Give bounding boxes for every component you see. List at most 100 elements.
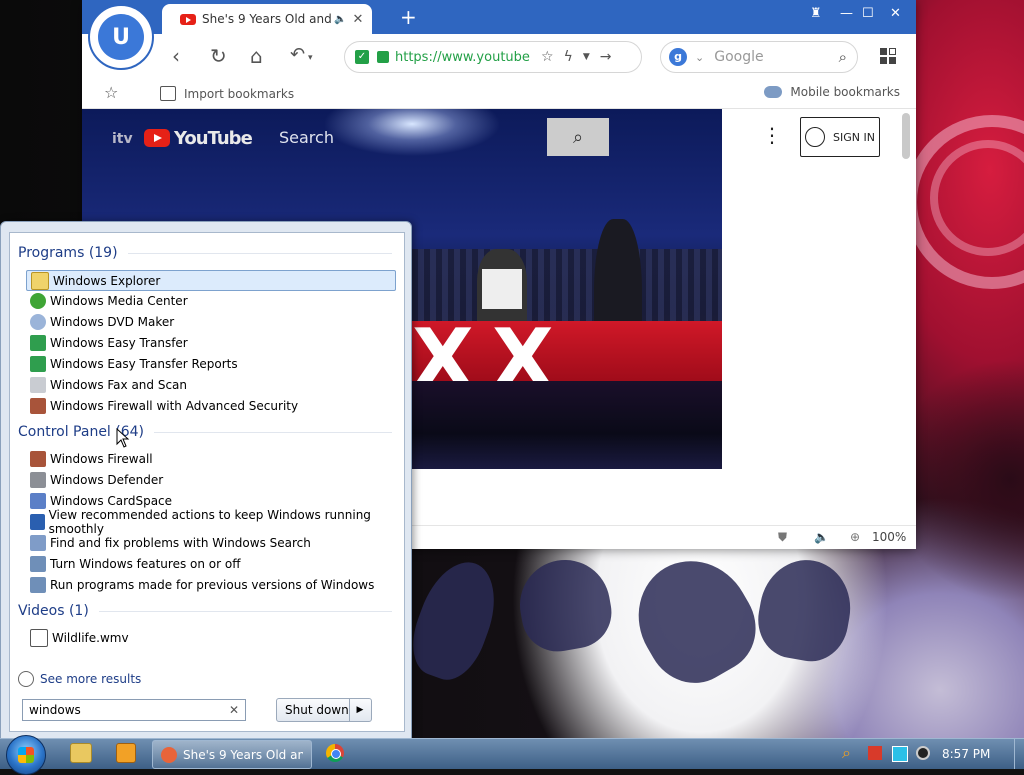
result-item[interactable]: Windows Firewall (26, 448, 396, 469)
url-text[interactable]: https://www.youtube.c (395, 50, 531, 65)
flag-tray-icon[interactable] (868, 746, 882, 760)
new-tab-button[interactable]: + (400, 5, 417, 29)
result-item[interactable]: Windows Easy Transfer (26, 332, 396, 353)
wallpaper-feather (512, 552, 618, 658)
google-engine-icon[interactable]: g (669, 48, 687, 66)
tab-title: She's 9 Years Old and Si (202, 12, 332, 26)
see-more-results-link[interactable]: See more results (18, 671, 141, 687)
cloud-icon (764, 86, 783, 98)
shield-icon[interactable]: ⛊ (778, 530, 787, 545)
chevron-down-icon[interactable]: ▼ (583, 52, 590, 62)
transfer-icon (30, 334, 46, 351)
network-tray-icon[interactable] (892, 746, 908, 762)
see-more-label: See more results (40, 672, 142, 686)
troubleshoot-icon (30, 534, 46, 551)
search-icon[interactable]: ⌕ (839, 48, 847, 66)
maximize-button[interactable]: ☐ (862, 6, 874, 21)
sign-in-label: SIGN IN (833, 130, 875, 144)
youtube-logo-icon[interactable] (144, 129, 170, 147)
tab-youtube[interactable]: She's 9 Years Old and Si 🔈 ✕ (162, 4, 372, 34)
reload-button[interactable]: ↻ (210, 44, 227, 68)
result-item[interactable]: Find and fix problems with Windows Searc… (26, 532, 396, 553)
search-tray-icon[interactable]: ⌕ (842, 743, 856, 762)
dvd-icon (30, 313, 46, 330)
youtube-search-button[interactable]: ⌕ (547, 118, 609, 156)
wallpaper-feather (617, 540, 773, 700)
minimize-button[interactable]: — (840, 6, 853, 21)
import-bookmarks-button[interactable]: Import bookmarks (160, 86, 294, 101)
address-bar[interactable]: ✓ https://www.youtube.c ☆ ϟ ▼ → (344, 41, 642, 73)
result-item[interactable]: Windows DVD Maker (26, 311, 396, 332)
account-icon (805, 127, 826, 147)
volume-icon[interactable]: 🔈 (814, 530, 829, 544)
page-scrollbar[interactable] (902, 113, 910, 159)
close-button[interactable]: ✕ (890, 6, 901, 21)
result-item[interactable]: Windows Defender (26, 469, 396, 490)
result-label: Windows Media Center (50, 293, 188, 308)
result-item[interactable]: Windows Explorer (26, 270, 396, 291)
result-item[interactable]: Windows Easy Transfer Reports (26, 353, 396, 374)
folder-icon (31, 271, 49, 290)
category-videos[interactable]: Videos (1) (18, 603, 392, 619)
result-label: Turn Windows features on or off (50, 556, 241, 571)
result-label: Windows Defender (50, 472, 164, 487)
start-menu: Programs (19) Windows Explorer Windows M… (0, 221, 412, 740)
lightning-icon[interactable]: ϟ (564, 49, 573, 65)
start-button[interactable] (6, 735, 46, 775)
search-box[interactable]: g ⌄ Google ⌕ (660, 41, 858, 73)
bookmark-star-icon[interactable]: ☆ (104, 83, 118, 102)
speaker-icon[interactable]: 🔈 (334, 14, 346, 25)
back-button[interactable]: ‹ (172, 44, 180, 68)
result-item[interactable]: Windows Fax and Scan (26, 374, 396, 395)
tab-close-icon[interactable]: ✕ (352, 12, 363, 27)
shut-down-options-arrow-icon[interactable]: ▶ (349, 699, 370, 721)
result-item[interactable]: View recommended actions to keep Windows… (26, 508, 396, 536)
category-control-panel[interactable]: Control Panel (64) (18, 424, 392, 440)
sign-in-button[interactable]: SIGN IN (800, 117, 880, 157)
clock[interactable]: 8:57 PM (942, 747, 990, 761)
category-programs[interactable]: Programs (19) (18, 245, 392, 261)
video-file-icon (30, 628, 48, 647)
show-desktop-button[interactable] (1014, 739, 1024, 769)
clear-search-icon[interactable]: ✕ (229, 703, 239, 717)
search-icon (18, 671, 34, 687)
taskbar-window-title: She's 9 Years Old an... (183, 747, 303, 762)
browser-titlebar[interactable]: She's 9 Years Old and Si 🔈 ✕ + ♜ — ☐ ✕ (82, 0, 916, 34)
result-item[interactable]: Wildlife.wmv (26, 627, 396, 648)
lock-icon (377, 51, 389, 63)
result-item[interactable]: Windows Firewall with Advanced Security (26, 395, 396, 416)
wallpaper-feather (401, 551, 509, 689)
start-search-input[interactable]: windows ✕ (22, 699, 246, 721)
youtube-favicon-icon (180, 13, 196, 25)
result-label: Windows DVD Maker (50, 314, 175, 329)
youtube-search-input[interactable]: Search (279, 128, 334, 147)
search-value[interactable]: windows (29, 703, 81, 717)
bookmark-star-icon[interactable]: ☆ (541, 49, 554, 65)
taskbar: She's 9 Years Old an... ⌕ 8:57 PM (0, 735, 1024, 775)
result-item[interactable]: Run programs made for previous versions … (26, 574, 396, 595)
more-options-icon[interactable]: ⋮ (762, 125, 782, 145)
media-player-taskbar-icon[interactable] (116, 743, 136, 763)
undo-close-button[interactable]: ↶ ▾ (290, 44, 312, 65)
go-arrow-icon[interactable]: → (600, 49, 612, 65)
result-item[interactable]: Windows Media Center (26, 290, 396, 311)
apps-grid-icon[interactable] (880, 48, 896, 64)
zoom-icon[interactable]: ⊕ (850, 530, 860, 544)
compat-icon (30, 576, 46, 593)
taskbar-browser-window[interactable]: She's 9 Years Old an... (152, 740, 312, 769)
youtube-header: itv YouTube Search ⌕ (82, 109, 722, 165)
record-tray-icon[interactable] (916, 746, 930, 760)
shut-down-button[interactable]: Shut down ▶ (276, 698, 372, 722)
chevron-down-icon[interactable]: ⌄ (695, 51, 704, 64)
media-center-icon (30, 292, 46, 309)
youtube-wordmark[interactable]: YouTube (174, 128, 253, 149)
chrome-taskbar-icon[interactable] (326, 744, 344, 762)
zoom-level[interactable]: 100% (872, 530, 906, 544)
explorer-taskbar-icon[interactable] (70, 743, 92, 763)
home-button[interactable]: ⌂ (250, 44, 263, 68)
video-judge-shirt (482, 269, 522, 309)
skin-icon[interactable]: ♜ (810, 6, 822, 21)
uc-browser-logo[interactable]: U (88, 4, 154, 70)
result-item[interactable]: Turn Windows features on or off (26, 553, 396, 574)
mobile-bookmarks-button[interactable]: Mobile bookmarks (764, 85, 900, 99)
